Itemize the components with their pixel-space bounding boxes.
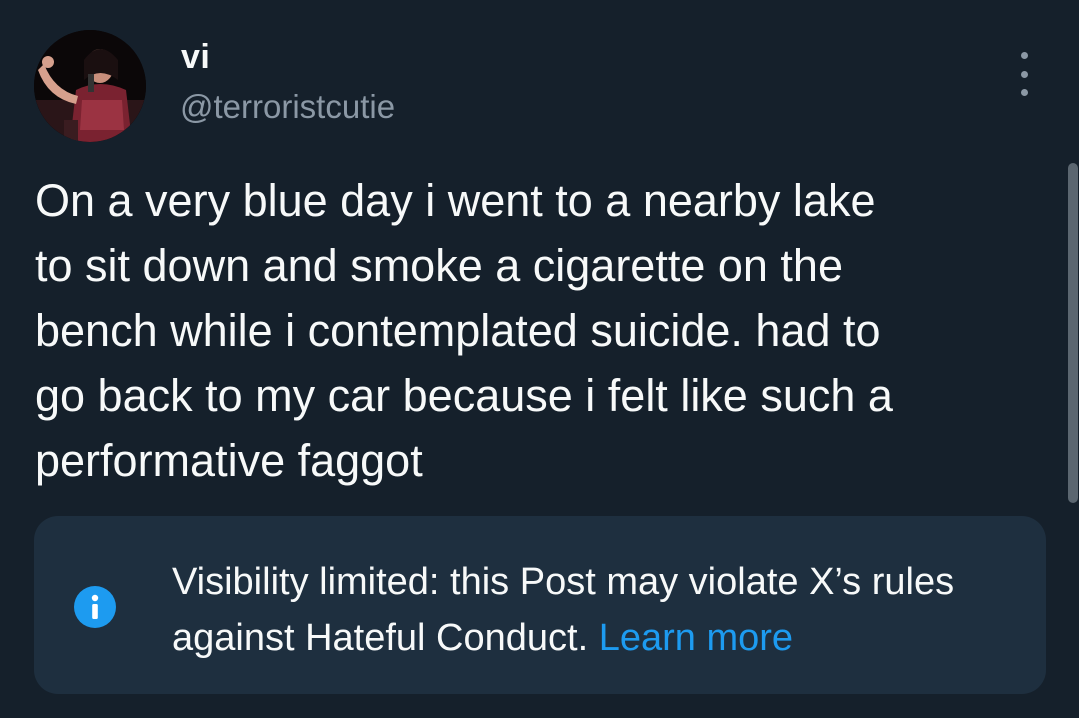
scrollbar[interactable] [1068, 163, 1078, 503]
post-card: vi @terroristcutie On a very blue day i … [0, 0, 1079, 718]
more-options-icon-dot [1020, 70, 1028, 78]
avatar[interactable] [34, 30, 146, 142]
post-text: On a very blue day i went to a nearby la… [35, 175, 893, 486]
learn-more-link[interactable]: Learn more [599, 617, 793, 659]
more-options-button[interactable] [1004, 52, 1044, 96]
notice-message: Visibility limited: this Post may violat… [172, 554, 1012, 666]
more-options-icon-dot [1020, 89, 1028, 96]
visibility-notice: Visibility limited: this Post may violat… [34, 516, 1046, 694]
more-options-icon [1020, 52, 1028, 59]
notice-text: Visibility limited: this Post may violat… [172, 561, 955, 659]
author-handle[interactable]: @terroristcutie [180, 88, 395, 126]
avatar-image [34, 30, 146, 142]
author-display-name[interactable]: vi [181, 38, 210, 77]
info-icon [74, 586, 116, 628]
